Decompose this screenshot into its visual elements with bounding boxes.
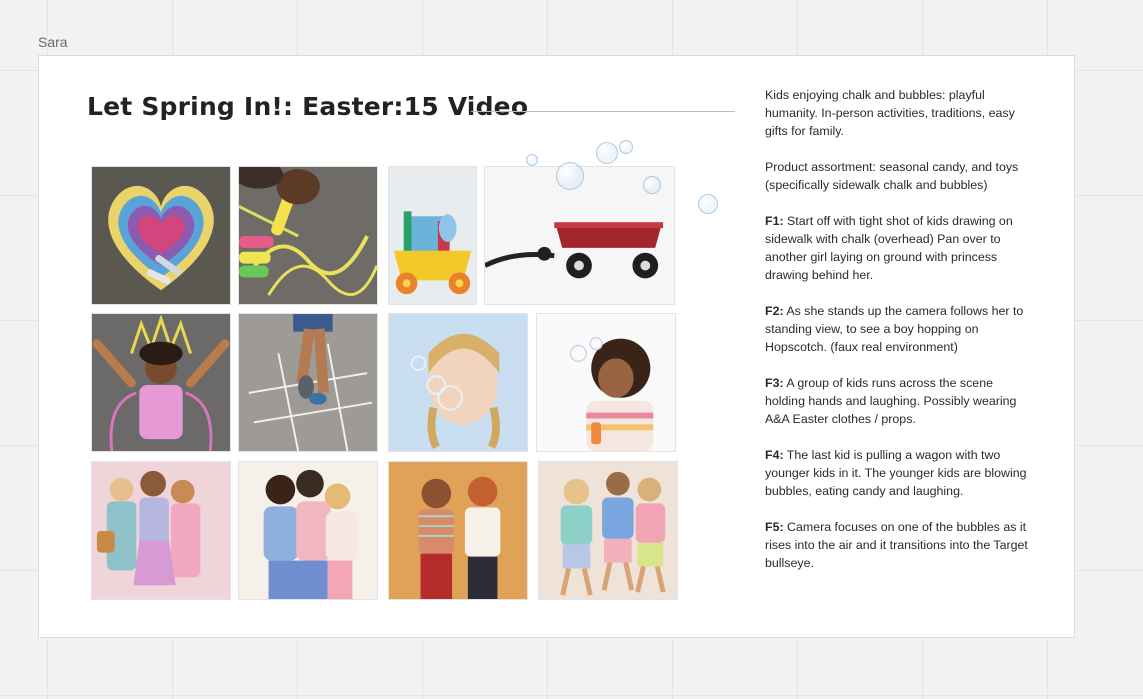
board-title: Let Spring In!: Easter:15 Video — [87, 92, 529, 121]
chalk-heart-photo[interactable] — [91, 166, 231, 305]
easter-basket-photo[interactable] — [388, 166, 477, 305]
bubble-decoration — [596, 142, 618, 164]
child-drawing-chalk-photo[interactable] — [238, 166, 378, 305]
storyboard-frame[interactable]: Let Spring In!: Easter:15 Video Kids enj… — [38, 55, 1075, 638]
bubble-decoration — [698, 194, 718, 214]
frame-note-label: F2: — [765, 304, 784, 318]
frame-note-f5: F5: Camera focuses on one of the bubbles… — [765, 518, 1035, 572]
frame-note-text: The last kid is pulling a wagon with two… — [765, 448, 1027, 498]
notes-assortment: Product assortment: seasonal candy, and … — [765, 160, 1019, 192]
storyboard-notes: Kids enjoying chalk and bubbles: playful… — [765, 86, 1035, 590]
frame-note-label: F5: — [765, 520, 784, 534]
notes-intro: Kids enjoying chalk and bubbles: playful… — [765, 88, 1015, 138]
kids-hugging-photo[interactable] — [238, 461, 378, 600]
frame-note-text: Camera focuses on one of the bubbles as … — [765, 520, 1028, 570]
frame-note-text: Start off with tight shot of kids drawin… — [765, 214, 1013, 282]
frame-note-text: A group of kids runs across the scene ho… — [765, 376, 1017, 426]
boy-and-girl-photo[interactable] — [388, 461, 528, 600]
frame-note-label: F3: — [765, 376, 784, 390]
bubble-decoration — [526, 154, 538, 166]
frame-note-label: F1: — [765, 214, 784, 228]
frame-note-label: F4: — [765, 448, 784, 462]
kids-running-photo[interactable] — [538, 461, 678, 600]
girl-blowing-bubbles-photo[interactable] — [388, 313, 528, 452]
bubble-decoration — [556, 162, 584, 190]
girl-chalk-crown-photo[interactable] — [91, 313, 231, 452]
frame-note-f3: F3: A group of kids runs across the scen… — [765, 374, 1035, 428]
title-divider — [471, 111, 735, 112]
frame-note-text: As she stands up the camera follows her … — [765, 304, 1024, 354]
girls-group-photo[interactable] — [91, 461, 231, 600]
frame-note-f4: F4: The last kid is pulling a wagon with… — [765, 446, 1035, 500]
bubble-decoration — [619, 140, 633, 154]
frame-note-f2: F2: As she stands up the camera follows … — [765, 302, 1035, 356]
child-with-bubbles-photo[interactable] — [536, 313, 676, 452]
bubble-decoration — [643, 176, 661, 194]
frame-label[interactable]: Sara — [38, 34, 68, 50]
hopscotch-legs-photo[interactable] — [238, 313, 378, 452]
frame-note-f1: F1: Start off with tight shot of kids dr… — [765, 212, 1035, 284]
